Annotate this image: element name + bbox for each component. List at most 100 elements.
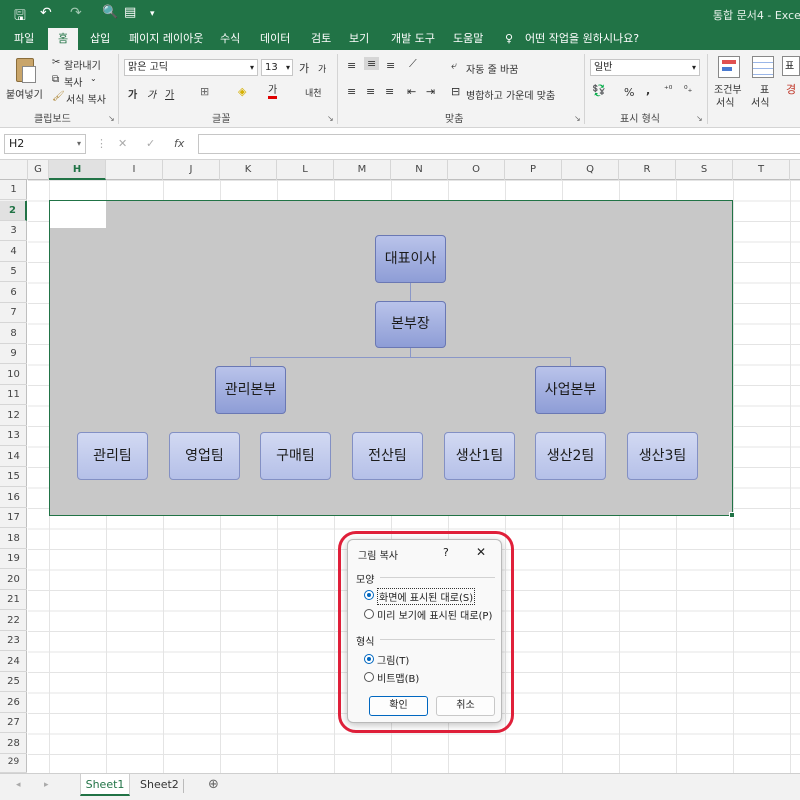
dialog-launcher-icon[interactable]: ↘ [574,114,581,123]
font-name-select[interactable]: 맑은 고딕 ▾ [124,59,258,76]
tab-home[interactable]: 홈 [48,28,79,50]
column-header[interactable]: O [448,160,505,180]
org-node-team[interactable]: 전산팀 [352,432,423,480]
print-preview-icon[interactable]: 🔍 [102,5,118,20]
merge-center-button[interactable]: 병합하고 가운데 맞춤 [466,87,555,102]
conditional-format-label-2[interactable]: 서식 [716,94,734,109]
phonetic-button[interactable]: 내천 [305,86,322,99]
tell-me-search[interactable]: 어떤 작업을 원하시나요? [523,28,641,50]
column-header[interactable]: K [220,160,277,180]
insert-function-icon[interactable]: fx [174,137,184,150]
help-icon[interactable]: ? [443,546,449,559]
org-node-team[interactable]: 생산2팀 [535,432,606,480]
row-header[interactable]: 29 [0,754,27,773]
row-header[interactable]: 6 [0,283,27,303]
column-header[interactable]: Q [562,160,619,180]
align-top-icon[interactable]: ≡ [347,59,356,72]
wrap-text-icon[interactable]: ⤶ [451,59,457,73]
option-bitmap[interactable]: 비트맵(B) [377,670,419,685]
org-node-team[interactable]: 영업팀 [169,432,240,480]
format-painter-button[interactable]: 서식 복사 [66,91,106,106]
close-icon[interactable]: ✕ [476,545,486,559]
column-header[interactable]: M [334,160,391,180]
row-header[interactable]: 25 [0,672,27,692]
undo-icon[interactable]: ↶ [40,5,52,21]
row-header[interactable]: 11 [0,385,27,405]
format-painter-icon[interactable]: 🖌 [52,91,65,102]
tab-review[interactable]: 검토 [309,28,333,50]
form-icon[interactable]: ▤ [124,5,136,20]
row-header[interactable]: 26 [0,693,27,713]
comma-button[interactable]: , [646,84,650,97]
tab-developer[interactable]: 개발 도구 [389,28,437,50]
org-node-division[interactable]: 관리본부 [215,366,286,414]
org-node-hq[interactable]: 본부장 [375,301,446,348]
name-box[interactable]: H2 ▾ [4,134,86,154]
column-header[interactable]: T [733,160,790,180]
column-header[interactable]: P [505,160,562,180]
orientation-icon[interactable]: ⟋ [409,57,417,71]
row-header[interactable]: 12 [0,406,27,426]
increase-indent-icon[interactable]: ⇥ [426,85,435,98]
org-node-division[interactable]: 사업본부 [535,366,606,414]
number-format-select[interactable]: 일반 ▾ [590,59,700,76]
column-header[interactable]: G [28,160,49,180]
org-node-team[interactable]: 관리팀 [77,432,148,480]
row-header[interactable]: 7 [0,303,27,323]
tab-formulas[interactable]: 수식 [218,28,242,50]
radio-as-shown-on-screen[interactable] [364,590,374,600]
row-header[interactable]: 17 [0,508,27,528]
org-node-team[interactable]: 생산1팀 [444,432,515,480]
fill-color-icon[interactable]: ◈ [238,85,246,98]
row-header[interactable]: 24 [0,652,27,672]
enter-icon[interactable]: ✓ [146,137,155,150]
sheet-tab-sheet2[interactable]: Sheet2 [140,774,179,796]
fill-handle[interactable] [729,512,735,518]
accounting-format-icon[interactable]: 💱 [592,84,606,97]
table-format-label-2[interactable]: 서식 [751,94,769,109]
column-header[interactable]: H [49,160,106,180]
redo-icon[interactable]: ↷ [70,5,82,21]
row-header[interactable]: 8 [0,324,27,344]
active-cell[interactable] [50,201,106,228]
font-color-button[interactable]: 가 [268,85,278,99]
row-header[interactable]: 9 [0,344,27,364]
cut-icon[interactable]: ✂ [52,57,60,68]
column-header[interactable]: N [391,160,448,180]
row-header[interactable]: 22 [0,611,27,631]
table-format-icon[interactable] [752,56,774,78]
tab-page-layout[interactable]: 페이지 레이아웃 [127,28,205,50]
copy-icon[interactable]: ⧉ [52,74,59,85]
row-header[interactable]: 19 [0,549,27,569]
option-as-shown-on-screen[interactable]: 화면에 표시된 대로(S) [377,588,476,605]
tab-file[interactable]: 파일 [12,28,36,50]
italic-button[interactable]: 가 [147,86,156,101]
bold-button[interactable]: 가 [128,86,137,101]
font-size-select[interactable]: 13 ▾ [261,59,293,76]
merge-center-icon[interactable]: ⊟ [451,85,460,98]
underline-button[interactable]: 가 [165,86,174,101]
column-header[interactable]: S [676,160,733,180]
org-node-team[interactable]: 생산3팀 [627,432,698,480]
row-header[interactable]: 20 [0,570,27,590]
column-header[interactable]: J [163,160,220,180]
scroll-left-icon[interactable]: ◂ [16,774,21,796]
org-node-team[interactable]: 구매팀 [260,432,331,480]
column-header[interactable]: R [619,160,676,180]
row-header[interactable]: 5 [0,262,27,282]
row-header[interactable]: 3 [0,221,27,241]
decrease-indent-icon[interactable]: ⇤ [407,85,416,98]
customize-quick-access-icon[interactable]: ▾ [150,9,155,19]
sheet-tab-sheet1[interactable]: Sheet1 [80,774,130,796]
cell-style-standard[interactable]: 표 [782,56,800,76]
tab-help[interactable]: 도움말 [451,28,485,50]
percent-button[interactable]: % [624,86,634,99]
radio-bitmap[interactable] [364,672,374,682]
ok-button[interactable]: 확인 [369,696,428,716]
decrease-decimal-icon[interactable]: ⁰₊ [684,85,692,95]
align-middle-icon[interactable]: ≡ [364,57,380,70]
chevron-down-icon[interactable]: ⌄ [90,74,97,83]
row-header[interactable]: 13 [0,426,27,446]
row-header[interactable]: 18 [0,529,27,549]
cancel-icon[interactable]: ✕ [118,137,127,150]
